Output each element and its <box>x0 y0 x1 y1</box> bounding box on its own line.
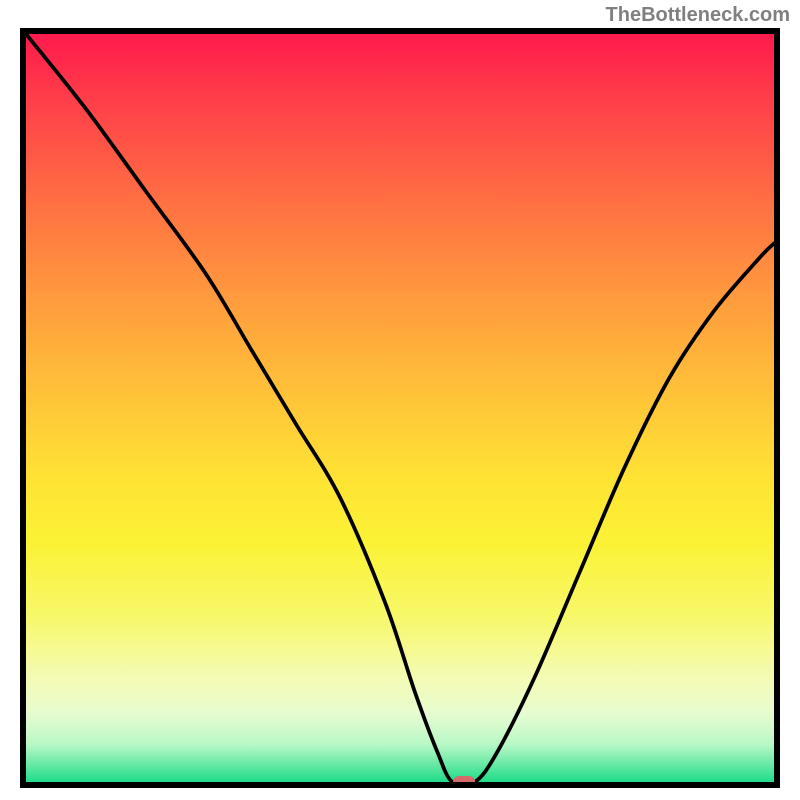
curve-svg <box>26 34 774 782</box>
watermark-text: TheBottleneck.com <box>606 4 790 27</box>
chart-container: TheBottleneck.com <box>0 0 800 800</box>
bottleneck-curve <box>26 34 774 782</box>
minimum-marker <box>453 776 475 788</box>
plot-frame <box>20 28 780 788</box>
